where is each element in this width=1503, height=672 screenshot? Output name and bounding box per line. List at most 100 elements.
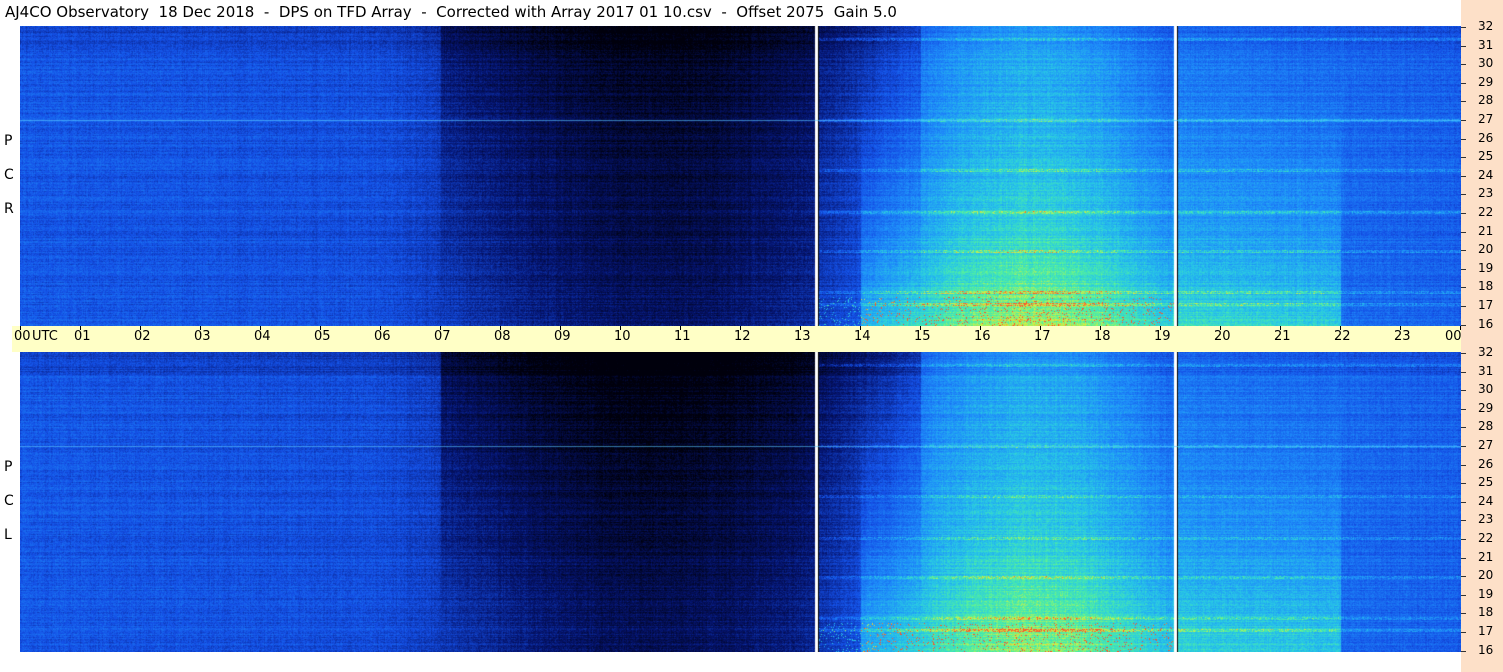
rcp-freq-tick — [1461, 287, 1466, 289]
rcp-letter-r: R — [4, 201, 14, 217]
lcp-freq-tick — [1461, 483, 1466, 485]
time-tick-label: 08 — [494, 329, 511, 344]
rcp-freq-label: 28 — [1478, 93, 1494, 108]
rcp-freq-tick — [1461, 45, 1466, 47]
rcp-freq-tick — [1461, 27, 1466, 28]
time-tick-label: 09 — [554, 329, 571, 344]
time-tick-mark — [140, 326, 141, 330]
time-tick-label: 21 — [1274, 329, 1291, 344]
lcp-freq-label: 26 — [1478, 456, 1494, 471]
time-tick-label: 13 — [794, 329, 811, 344]
time-tick-label: 19 — [1154, 329, 1171, 344]
rcp-freq-label: 20 — [1478, 242, 1494, 257]
rcp-freq-tick — [1461, 64, 1466, 66]
rcp-freq-label: 16 — [1478, 316, 1494, 331]
freq-axis: 32 31 30 29 28 27 26 25 24 23 22 21 20 19 18 17 16 32 31 30… — [1461, 0, 1503, 672]
lcp-heatmap — [20, 352, 1461, 652]
chart-title: AJ4CO Observatory 18 Dec 2018 - DPS on T… — [5, 3, 897, 21]
time-tick-label: 01 — [74, 329, 91, 344]
lcp-letter-l: L — [4, 527, 12, 543]
rcp-freq-label: 23 — [1478, 186, 1494, 201]
rcp-freq-tick — [1461, 231, 1466, 233]
lcp-freq-label: 19 — [1478, 586, 1494, 601]
lcp-freq-label: 17 — [1478, 624, 1494, 638]
lcp-freq-tick — [1461, 632, 1466, 633]
rcp-freq-tick — [1461, 250, 1466, 252]
lcp-freq-label: 21 — [1478, 549, 1494, 564]
rcp-freq-label: 32 — [1478, 19, 1494, 33]
lcp-freq-tick — [1461, 650, 1466, 652]
rcp-freq-label: 19 — [1478, 260, 1494, 275]
time-tick-mark — [320, 326, 321, 330]
lcp-freq-label: 25 — [1478, 475, 1494, 490]
time-tick-label: 04 — [254, 329, 271, 344]
rcp-letter-c: C — [4, 167, 14, 183]
time-tick-label: 15 — [914, 329, 931, 344]
lcp-freq-label: 20 — [1478, 568, 1494, 583]
lcp-letter-c: C — [4, 493, 14, 509]
rcp-letter-p: P — [4, 133, 13, 149]
time-tick-mark — [80, 326, 81, 330]
time-tick-label: 00 — [1445, 329, 1462, 344]
time-tick-mark — [500, 326, 501, 330]
lcp-freq-tick — [1461, 520, 1466, 522]
time-tick-mark — [620, 326, 621, 330]
rcp-freq-tick — [1461, 213, 1466, 214]
lcp-freq-label: 18 — [1478, 605, 1494, 620]
time-tick-mark — [1340, 326, 1341, 330]
lcp-freq-tick — [1461, 371, 1466, 373]
time-tick-mark — [380, 326, 381, 330]
rcp-freq-tick — [1461, 120, 1466, 121]
time-tick-mark — [1160, 326, 1161, 330]
rcp-freq-label: 21 — [1478, 223, 1494, 238]
lcp-spectrogram — [20, 352, 1461, 652]
time-tick-label: 11 — [674, 329, 691, 344]
lcp-freq-label: 22 — [1478, 531, 1494, 545]
rcp-label: P C R — [0, 26, 20, 326]
rcp-freq-tick — [1461, 324, 1466, 326]
time-tick-label: 17 — [1034, 329, 1051, 344]
time-tick-mark — [860, 326, 861, 330]
time-tick-mark — [20, 326, 21, 330]
rcp-freq-label: 24 — [1478, 167, 1494, 182]
lcp-freq-tick — [1461, 427, 1466, 429]
lcp-freq-label: 24 — [1478, 493, 1494, 508]
time-tick-mark — [440, 326, 441, 330]
lcp-label: P C L — [0, 352, 20, 652]
time-tick-label: 07 — [434, 329, 451, 344]
time-tick-label: 06 — [374, 329, 391, 344]
time-tick-mark — [1100, 326, 1101, 330]
lcp-freq-label: 23 — [1478, 512, 1494, 527]
rcp-freq-label: 27 — [1478, 112, 1494, 126]
rcp-freq-label: 22 — [1478, 205, 1494, 219]
rcp-spectrogram — [20, 26, 1461, 326]
rcp-freq-label: 17 — [1478, 298, 1494, 312]
rcp-heatmap — [20, 26, 1461, 326]
time-tick-label: 12 — [734, 329, 751, 344]
time-tick-mark — [1280, 326, 1281, 330]
time-tick-label: 03 — [194, 329, 211, 344]
lcp-freq-tick — [1461, 353, 1466, 354]
rcp-freq-tick — [1461, 82, 1466, 84]
rcp-freq-tick — [1461, 175, 1466, 177]
lcp-freq-tick — [1461, 557, 1466, 559]
lcp-freq-label: 16 — [1478, 642, 1494, 657]
lcp-freq-tick — [1461, 539, 1466, 540]
time-tick-mark — [1040, 326, 1041, 330]
lcp-freq-tick — [1461, 446, 1466, 447]
lcp-freq-tick — [1461, 613, 1466, 615]
lcp-freq-tick — [1461, 501, 1466, 503]
time-tick-mark — [800, 326, 801, 330]
lcp-freq-label: 28 — [1478, 419, 1494, 434]
time-tick-label: 23 — [1394, 329, 1411, 344]
time-tick-mark — [560, 326, 561, 330]
lcp-freq-label: 30 — [1478, 382, 1494, 397]
time-tick-mark — [680, 326, 681, 330]
time-tick-label: 05 — [314, 329, 331, 344]
time-tick-mark — [980, 326, 981, 330]
lcp-freq-tick — [1461, 576, 1466, 578]
time-tick-label: 14 — [854, 329, 871, 344]
lcp-freq-tick — [1461, 594, 1466, 596]
rcp-freq-label: 26 — [1478, 130, 1494, 145]
rcp-freq-label: 29 — [1478, 74, 1494, 89]
